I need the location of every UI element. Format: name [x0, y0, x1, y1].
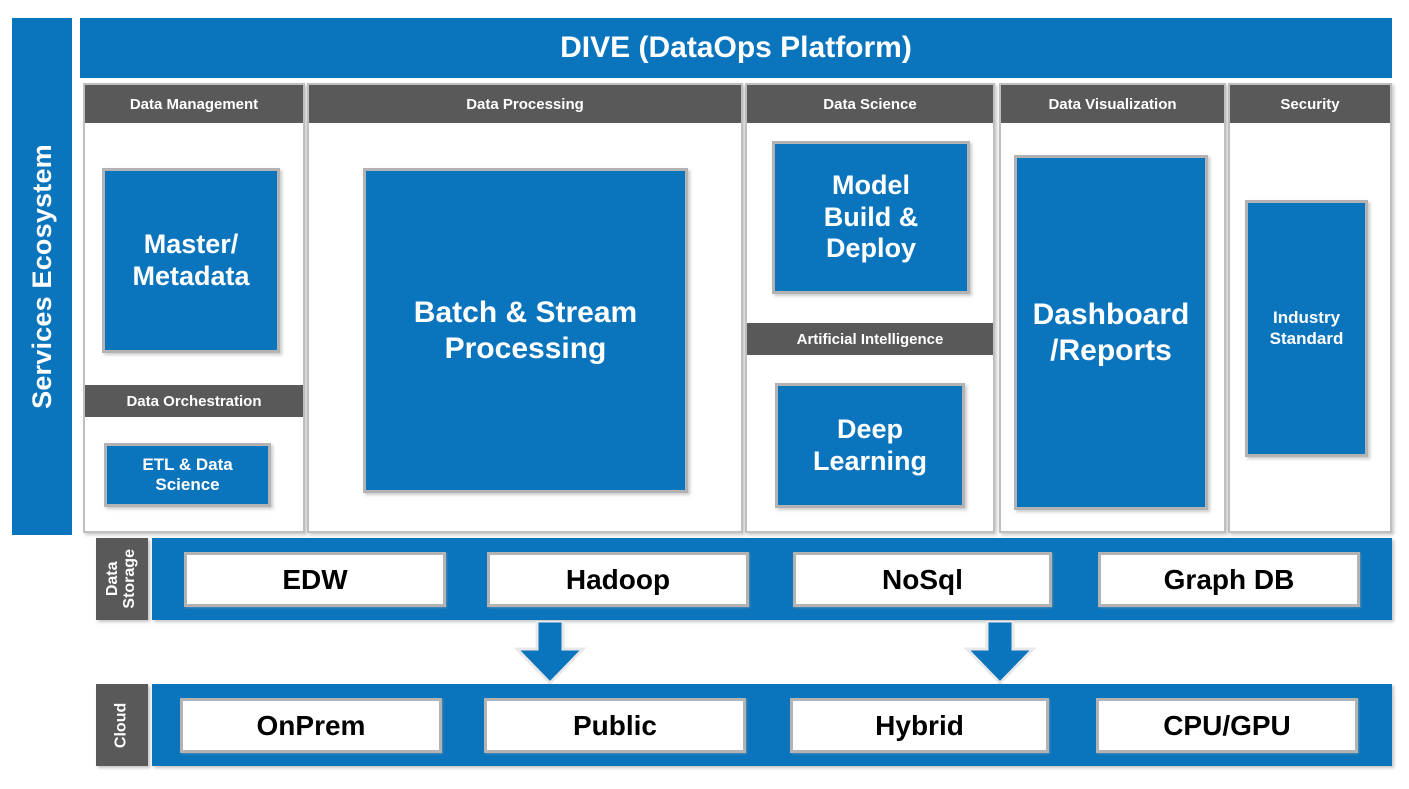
cloud-chip-hybrid[interactable]: Hybrid [790, 698, 1049, 753]
data-storage-label-line2: Storage [121, 549, 139, 609]
tile-deep-line2: Learning [812, 445, 927, 476]
cloud-label-text: Cloud [112, 702, 130, 748]
column-header-data-management: Data Management [85, 85, 303, 123]
diagram-canvas: Services Ecosystem DIVE (DataOps Platfor… [0, 0, 1409, 789]
column-header-data-visualization: Data Visualization [1001, 85, 1224, 123]
tile-deep-line1: Deep [836, 413, 903, 444]
cloud-chip-cpu-gpu[interactable]: CPU/GPU [1096, 698, 1358, 753]
storage-chip-nosql[interactable]: NoSql [793, 552, 1052, 607]
tile-deep-learning: Deep Learning [775, 383, 965, 508]
services-ecosystem-label: Services Ecosystem [26, 144, 57, 409]
sub-header-artificial-intelligence: Artificial Intelligence [747, 323, 993, 355]
column-header-data-processing: Data Processing [309, 85, 741, 123]
platform-title-bar: DIVE (DataOps Platform) [80, 18, 1392, 78]
tile-model-build-deploy: Model Build & Deploy [772, 141, 970, 294]
tile-dashboard-reports: Dashboard /Reports [1014, 155, 1208, 510]
column-header-security: Security [1230, 85, 1390, 123]
tile-model-line3: Deploy [825, 233, 917, 264]
tile-dashboard-line2: /Reports [1050, 333, 1172, 367]
storage-chip-hadoop[interactable]: Hadoop [487, 552, 749, 607]
data-storage-label-text: Data Storage [104, 549, 139, 609]
tile-model-line2: Build & [823, 201, 919, 232]
tile-model-line1: Model [832, 169, 910, 200]
services-ecosystem-bar: Services Ecosystem [12, 18, 72, 535]
storage-chip-edw[interactable]: EDW [184, 552, 446, 607]
cloud-chip-onprem[interactable]: OnPrem [180, 698, 442, 753]
tile-industry-standard: Industry Standard [1245, 200, 1368, 457]
tile-etl-line1: ETL & Data [142, 454, 233, 474]
arrow-storage-to-cloud-right [960, 621, 1040, 685]
tile-etl-line2: Science [155, 475, 220, 494]
tile-dashboard-line1: Dashboard [1032, 298, 1190, 332]
cloud-chip-public[interactable]: Public [484, 698, 746, 753]
data-storage-label-line1: Data [104, 561, 122, 597]
tile-etl-data-science: ETL & Data Science [104, 443, 271, 507]
tile-industry-line1: Industry [1272, 308, 1341, 328]
tile-batch-line1: Batch & Stream [413, 296, 638, 330]
page-title: DIVE (DataOps Platform) [560, 31, 912, 64]
storage-chip-graph-db[interactable]: Graph DB [1098, 552, 1360, 607]
data-storage-label: Data Storage [96, 538, 148, 620]
tile-batch-line2: Processing [444, 331, 607, 365]
tile-master-metadata: Master/ Metadata [102, 168, 280, 353]
arrow-storage-to-cloud-left [510, 621, 590, 685]
tile-industry-line2: Standard [1269, 328, 1344, 348]
cloud-label: Cloud [96, 684, 148, 766]
tile-master-metadata-line1: Master/ [143, 228, 239, 259]
column-header-data-science: Data Science [747, 85, 993, 123]
tile-master-metadata-line2: Metadata [132, 260, 250, 291]
tile-batch-stream-processing: Batch & Stream Processing [363, 168, 688, 493]
sub-header-data-orchestration: Data Orchestration [85, 385, 303, 417]
